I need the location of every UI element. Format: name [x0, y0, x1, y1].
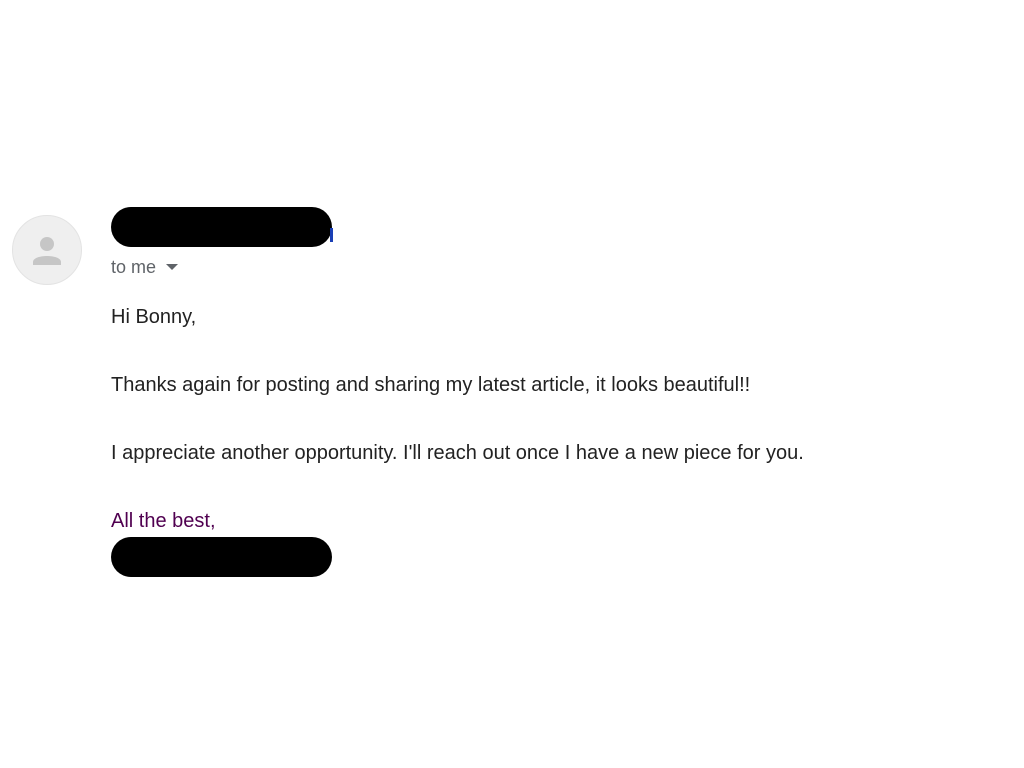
avatar[interactable] — [12, 215, 82, 285]
email-paragraph: I appreciate another opportunity. I'll r… — [111, 442, 804, 464]
email-greeting: Hi Bonny, — [111, 306, 197, 328]
signature-redaction — [111, 537, 332, 577]
email-sign-off: All the best, — [111, 510, 216, 532]
chevron-down-icon[interactable] — [166, 264, 179, 270]
sender-name-redaction — [111, 207, 332, 247]
email-message: to me Hi Bonny, Thanks again for posting… — [0, 0, 1024, 768]
recipient-details-toggle[interactable]: to me — [111, 256, 179, 278]
recipient-label: to me — [111, 256, 157, 277]
person-icon — [33, 237, 61, 265]
sender-name-fragment — [330, 228, 333, 242]
email-paragraph: Thanks again for posting and sharing my … — [111, 374, 751, 396]
